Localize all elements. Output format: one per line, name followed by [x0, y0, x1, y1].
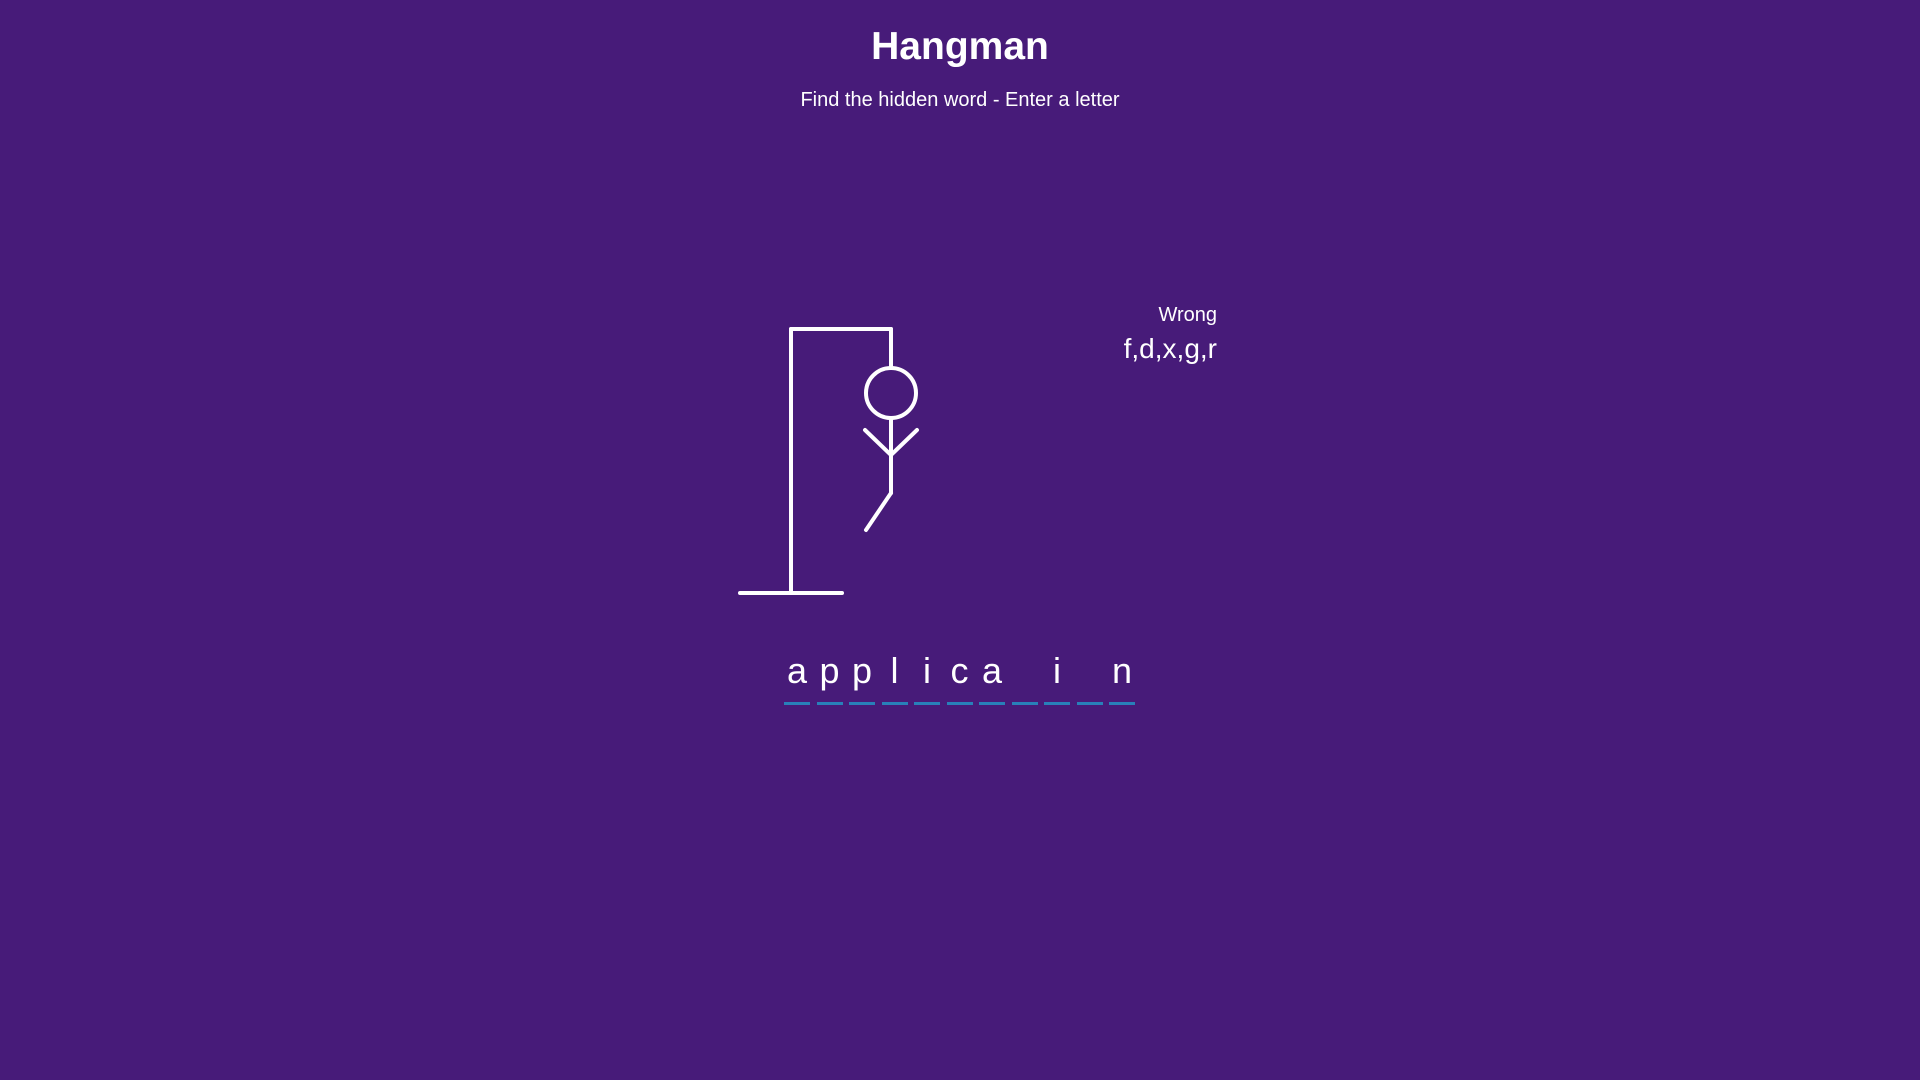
letter-slot: i — [914, 648, 940, 705]
wrong-label: Wrong — [1158, 304, 1217, 326]
wrong-letters-panel: Wrong f,d,x,g,r — [1060, 303, 1217, 367]
letter-slot — [1076, 648, 1103, 705]
wrong-letters: f,d,x,g,r — [1123, 333, 1217, 364]
figure-left-arm — [863, 428, 893, 457]
figure-right-arm — [889, 428, 919, 457]
gallows-figure — [735, 320, 935, 600]
gallows-drawing — [738, 327, 919, 595]
letter-slot: n — [1109, 648, 1135, 705]
game-title: Hangman — [871, 25, 1049, 68]
hangman-game: Hangman Find the hidden word - Enter a l… — [0, 0, 1920, 1080]
letter-slot: a — [784, 648, 810, 705]
letter-slot: a — [979, 648, 1005, 705]
letter-slot — [1011, 648, 1038, 705]
game-instructions: Find the hidden word - Enter a letter — [800, 89, 1120, 111]
letter-slot: p — [849, 648, 875, 705]
figure-left-leg — [864, 491, 893, 532]
figure-head — [864, 366, 918, 420]
letter-slot: c — [946, 648, 973, 705]
letter-slot: p — [816, 648, 843, 705]
letter-slot: l — [881, 648, 908, 705]
letter-slot: i — [1044, 648, 1070, 705]
word-display: a p p l i c a i n — [784, 648, 1135, 705]
